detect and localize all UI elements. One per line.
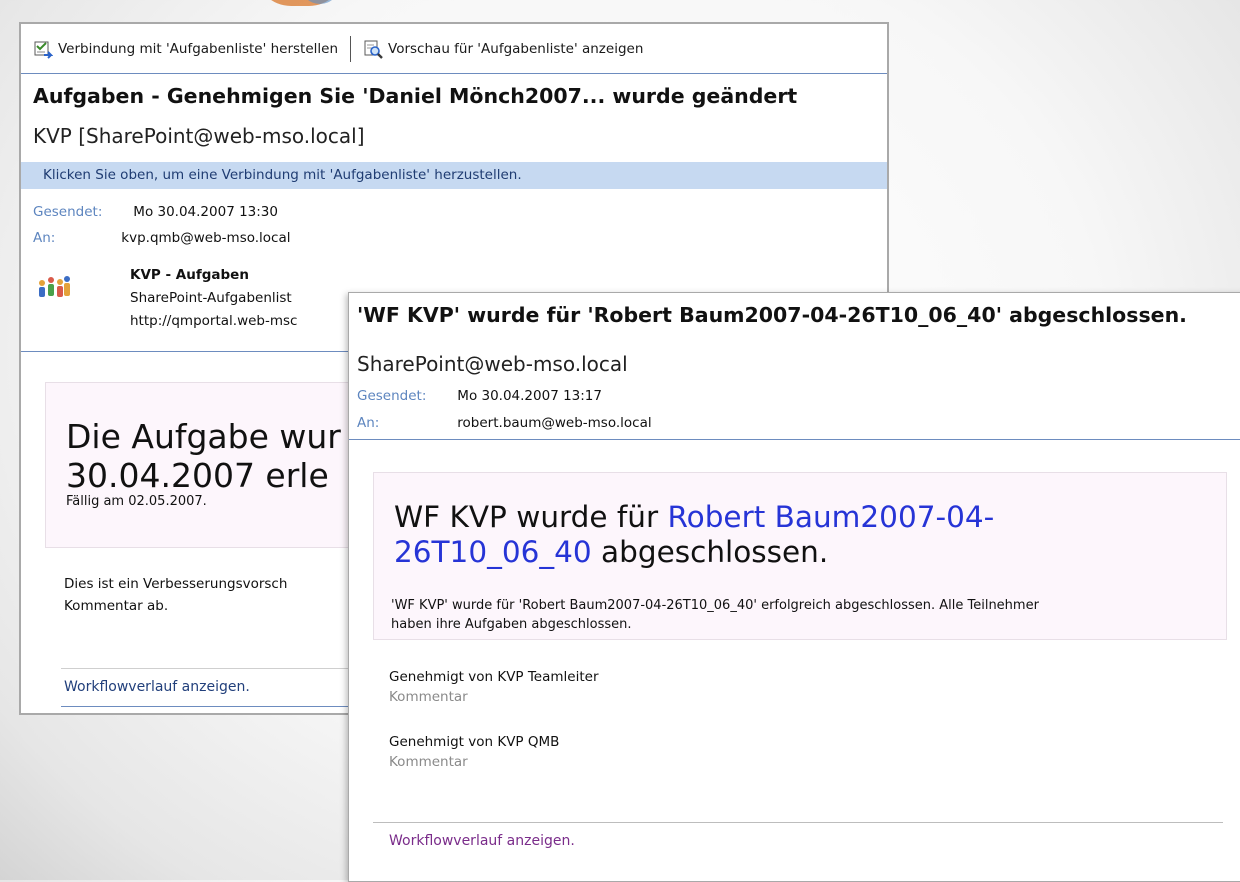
- body-line1: Dies ist ein Verbesserungsvorsch: [64, 576, 288, 592]
- preview-list-button[interactable]: Vorschau für 'Aufgabenliste' anzeigen: [363, 39, 643, 59]
- approval-comment: Kommentar: [389, 689, 468, 705]
- sent-row: Gesendet: Mo 30.04.2007 13:17: [357, 388, 602, 404]
- approval-item: Genehmigt von KVP Teamleiter Kommentar: [389, 667, 599, 707]
- summary-line2: haben ihre Aufgaben abgeschlossen.: [391, 617, 632, 632]
- item-link[interactable]: Robert Baum2007-04-: [667, 500, 994, 534]
- people-icon: [39, 276, 70, 297]
- approval-text: Genehmigt von KVP QMB: [389, 734, 560, 750]
- connect-list-icon: [34, 41, 53, 59]
- body-line2: Kommentar ab.: [64, 598, 169, 614]
- sent-row: Gesendet: Mo 30.04.2007 13:30: [33, 204, 278, 220]
- attachment-title: KVP - Aufgaben: [130, 267, 249, 283]
- email-subject: Aufgaben - Genehmigen Sie 'Daniel Mönch2…: [33, 84, 798, 108]
- email-sender: KVP [SharePoint@web-mso.local]: [33, 124, 365, 148]
- approval-comment: Kommentar: [389, 754, 468, 770]
- summary-line1: 'WF KVP' wurde für 'Robert Baum2007-04-2…: [391, 598, 1039, 613]
- workflow-history-link[interactable]: Workflowverlauf anzeigen.: [64, 679, 250, 695]
- preview-list-label: Vorschau für 'Aufgabenliste' anzeigen: [388, 40, 644, 57]
- to-row: An: kvp.qmb@web-mso.local: [33, 230, 291, 246]
- logo-swoosh: [255, 0, 345, 6]
- email-subject: 'WF KVP' wurde für 'Robert Baum2007-04-2…: [357, 303, 1187, 327]
- workflow-summary-text: 'WF KVP' wurde für 'Robert Baum2007-04-2…: [391, 596, 1039, 634]
- info-bar[interactable]: Klicken Sie oben, um eine Verbindung mit…: [21, 162, 887, 189]
- attachment-url: http://qmportal.web-msc: [130, 313, 298, 329]
- to-label: An:: [33, 230, 56, 246]
- sent-value: Mo 30.04.2007 13:30: [133, 204, 278, 220]
- to-row: An: robert.baum@web-mso.local: [357, 415, 652, 431]
- due-date: Fällig am 02.05.2007.: [66, 494, 207, 509]
- connect-to-list-button[interactable]: Verbindung mit 'Aufgabenliste' herstelle…: [33, 39, 338, 59]
- email-sender: SharePoint@web-mso.local: [357, 352, 628, 376]
- heading-suffix: abgeschlossen.: [591, 535, 829, 569]
- sent-label: Gesendet:: [357, 388, 427, 404]
- item-link-continued[interactable]: 26T10_06_40: [394, 535, 592, 569]
- approval-item: Genehmigt von KVP QMB Kommentar: [389, 732, 559, 772]
- connect-to-list-label: Verbindung mit 'Aufgabenliste' herstelle…: [58, 40, 339, 57]
- sent-label: Gesendet:: [33, 204, 103, 220]
- to-value: kvp.qmb@web-mso.local: [121, 230, 291, 246]
- attachment-type: SharePoint-Aufgabenlist: [130, 290, 292, 306]
- approval-text: Genehmigt von KVP Teamleiter: [389, 669, 599, 685]
- to-value: robert.baum@web-mso.local: [457, 415, 652, 431]
- list-attachment[interactable]: KVP - Aufgaben SharePoint-Aufgabenlist h…: [130, 264, 297, 333]
- preview-magnifier-icon: [364, 40, 383, 59]
- workflow-heading: WF KVP wurde für Robert Baum2007-04- 26T…: [394, 500, 994, 570]
- heading-prefix: WF KVP wurde für: [394, 500, 668, 534]
- task-heading-line2: 30.04.2007 erle: [66, 456, 329, 495]
- footer-divider: [373, 822, 1223, 823]
- email-toolbar: Verbindung mit 'Aufgabenliste' herstelle…: [21, 24, 887, 74]
- to-label: An:: [357, 415, 380, 431]
- task-heading: Die Aufgabe wur 30.04.2007 erle: [66, 417, 341, 495]
- task-body-text: Dies ist ein Verbesserungsvorsch Komment…: [64, 573, 287, 617]
- workflow-history-link[interactable]: Workflowverlauf anzeigen.: [389, 833, 575, 849]
- task-heading-line1: Die Aufgabe wur: [66, 417, 341, 456]
- email-window-front: 'WF KVP' wurde für 'Robert Baum2007-04-2…: [348, 292, 1240, 882]
- toolbar-separator: [350, 35, 352, 62]
- sent-value: Mo 30.04.2007 13:17: [457, 388, 602, 404]
- workflow-summary-box: WF KVP wurde für Robert Baum2007-04- 26T…: [373, 472, 1227, 640]
- header-divider: [349, 439, 1240, 440]
